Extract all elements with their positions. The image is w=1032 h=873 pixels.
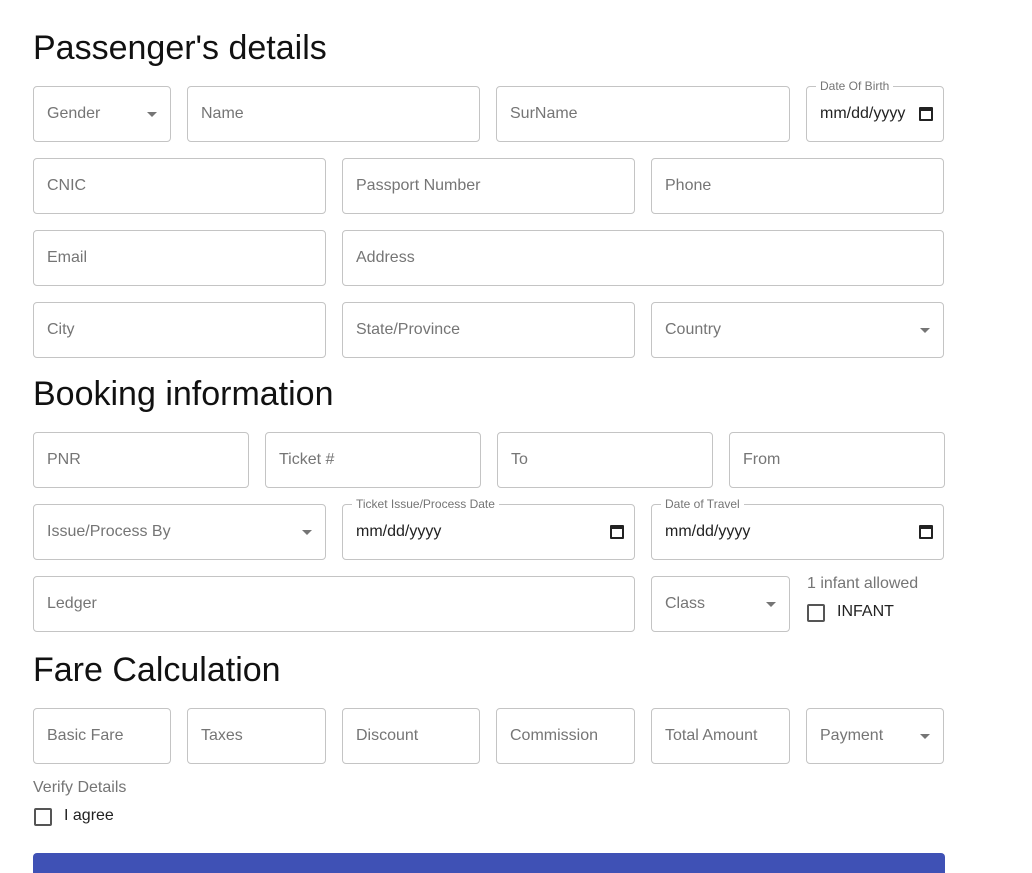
calendar-icon[interactable]: [919, 107, 933, 121]
section-heading-booking: Booking information: [33, 375, 334, 413]
pnr-placeholder: PNR: [47, 451, 81, 468]
discount-placeholder: Discount: [356, 727, 419, 744]
cnic-placeholder: CNIC: [47, 177, 87, 194]
ledger-placeholder: Ledger: [47, 595, 97, 612]
ticket-input[interactable]: Ticket #: [265, 432, 481, 488]
travel-date-input[interactable]: Date of Travel mm/dd/yyyy: [651, 497, 944, 560]
payment-select-label: Payment: [820, 727, 884, 744]
pnr-input[interactable]: PNR: [33, 432, 249, 488]
chevron-down-icon: [147, 112, 157, 117]
passport-placeholder: Passport Number: [356, 177, 481, 194]
city-input[interactable]: City: [33, 302, 326, 358]
chevron-down-icon: [920, 328, 930, 333]
gender-select[interactable]: Gender: [33, 86, 171, 142]
discount-input[interactable]: Discount: [342, 708, 480, 764]
ledger-input[interactable]: Ledger: [33, 576, 635, 632]
city-placeholder: City: [47, 321, 75, 338]
ticket-placeholder: Ticket #: [279, 451, 335, 468]
total-amount-placeholder: Total Amount: [665, 727, 758, 744]
chevron-down-icon: [302, 530, 312, 535]
name-placeholder: Name: [201, 105, 244, 122]
basic-fare-placeholder: Basic Fare: [47, 727, 124, 744]
gender-select-label: Gender: [47, 105, 101, 122]
verify-details-label: Verify Details: [33, 779, 127, 796]
section-heading-fare: Fare Calculation: [33, 651, 281, 689]
cnic-input[interactable]: CNIC: [33, 158, 326, 214]
address-input[interactable]: Address: [342, 230, 944, 286]
phone-placeholder: Phone: [665, 177, 712, 194]
country-select-label: Country: [665, 321, 722, 338]
state-input[interactable]: State/Province: [342, 302, 635, 358]
infant-checkbox[interactable]: [807, 604, 825, 622]
passport-input[interactable]: Passport Number: [342, 158, 635, 214]
booking-form: Passenger's details Gender Name SurName …: [0, 0, 1032, 873]
surname-placeholder: SurName: [510, 105, 578, 122]
email-input[interactable]: Email: [33, 230, 326, 286]
infant-label[interactable]: INFANT: [837, 602, 894, 622]
to-input[interactable]: To: [497, 432, 713, 488]
country-select[interactable]: Country: [651, 302, 944, 358]
commission-input[interactable]: Commission: [496, 708, 635, 764]
state-placeholder: State/Province: [356, 321, 461, 338]
taxes-input[interactable]: Taxes: [187, 708, 326, 764]
email-placeholder: Email: [47, 249, 88, 266]
calendar-icon[interactable]: [919, 525, 933, 539]
calendar-icon[interactable]: [610, 525, 624, 539]
infant-note: 1 infant allowed: [807, 575, 919, 592]
commission-placeholder: Commission: [510, 727, 599, 744]
issue-date-input[interactable]: Ticket Issue/Process Date mm/dd/yyyy: [342, 497, 635, 560]
basic-fare-input[interactable]: Basic Fare: [33, 708, 171, 764]
dob-value: mm/dd/yyyy: [820, 105, 906, 122]
agree-label[interactable]: I agree: [64, 806, 114, 826]
issue-by-select[interactable]: Issue/Process By: [33, 504, 326, 560]
from-input[interactable]: From: [729, 432, 945, 488]
class-select-label: Class: [665, 595, 706, 612]
issue-by-select-label: Issue/Process By: [47, 523, 171, 540]
to-placeholder: To: [511, 451, 528, 468]
name-input[interactable]: Name: [187, 86, 480, 142]
address-placeholder: Address: [356, 249, 415, 266]
travel-date-value: mm/dd/yyyy: [665, 523, 751, 540]
chevron-down-icon: [920, 734, 930, 739]
class-select[interactable]: Class: [651, 576, 790, 632]
section-heading-passenger: Passenger's details: [33, 29, 327, 67]
issue-date-value: mm/dd/yyyy: [356, 523, 442, 540]
from-placeholder: From: [743, 451, 781, 468]
dob-date-input[interactable]: Date Of Birth mm/dd/yyyy: [806, 79, 944, 142]
payment-select[interactable]: Payment: [806, 708, 944, 764]
taxes-placeholder: Taxes: [201, 727, 243, 744]
chevron-down-icon: [766, 602, 776, 607]
total-amount-input[interactable]: Total Amount: [651, 708, 790, 764]
phone-input[interactable]: Phone: [651, 158, 944, 214]
agree-checkbox[interactable]: [34, 808, 52, 826]
surname-input[interactable]: SurName: [496, 86, 790, 142]
submit-button[interactable]: [33, 853, 945, 873]
